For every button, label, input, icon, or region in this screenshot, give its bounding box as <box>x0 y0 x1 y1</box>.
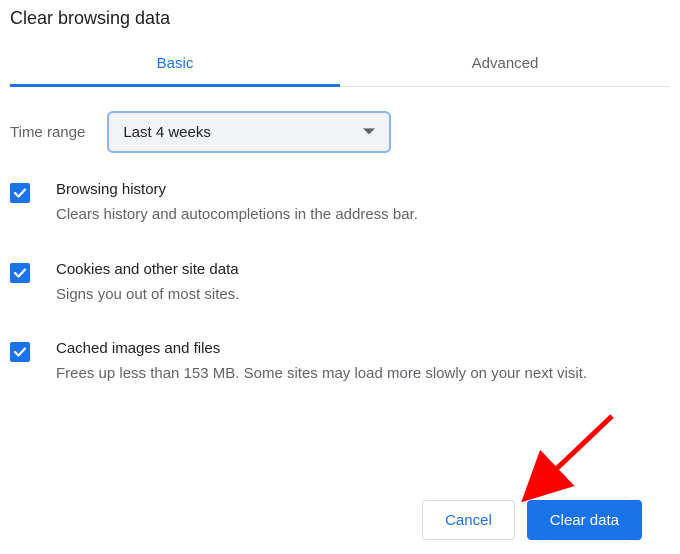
chevron-down-icon <box>363 126 375 138</box>
timerange-value: Last 4 weeks <box>123 124 211 141</box>
checkbox-browsing-history[interactable] <box>10 183 30 203</box>
checkbox-cookies[interactable] <box>10 263 30 283</box>
tab-bar: Basic Advanced <box>10 43 670 87</box>
timerange-row: Time range Last 4 weeks <box>10 87 670 157</box>
clear-data-button[interactable]: Clear data <box>527 500 642 540</box>
tab-advanced[interactable]: Advanced <box>340 43 670 86</box>
annotation-arrow-icon <box>504 410 624 510</box>
option-cache: Cached images and files Frees up less th… <box>10 340 670 386</box>
cancel-button[interactable]: Cancel <box>422 500 515 540</box>
checkbox-cache[interactable] <box>10 342 30 362</box>
option-desc: Signs you out of most sites. <box>56 284 670 307</box>
option-title: Browsing history <box>56 181 670 198</box>
option-desc: Clears history and autocompletions in th… <box>56 204 670 227</box>
options-list: Browsing history Clears history and auto… <box>10 157 670 386</box>
timerange-select[interactable]: Last 4 weeks <box>107 111 391 153</box>
option-desc: Frees up less than 153 MB. Some sites ma… <box>56 363 670 386</box>
timerange-label: Time range <box>10 124 85 141</box>
option-browsing-history: Browsing history Clears history and auto… <box>10 181 670 227</box>
option-title: Cookies and other site data <box>56 261 670 278</box>
dialog-title: Clear browsing data <box>10 4 670 43</box>
option-cookies: Cookies and other site data Signs you ou… <box>10 261 670 307</box>
clear-browsing-data-dialog: Clear browsing data Basic Advanced Time … <box>0 0 680 386</box>
tab-basic[interactable]: Basic <box>10 43 340 86</box>
option-title: Cached images and files <box>56 340 670 357</box>
dialog-actions: Cancel Clear data <box>422 500 642 540</box>
